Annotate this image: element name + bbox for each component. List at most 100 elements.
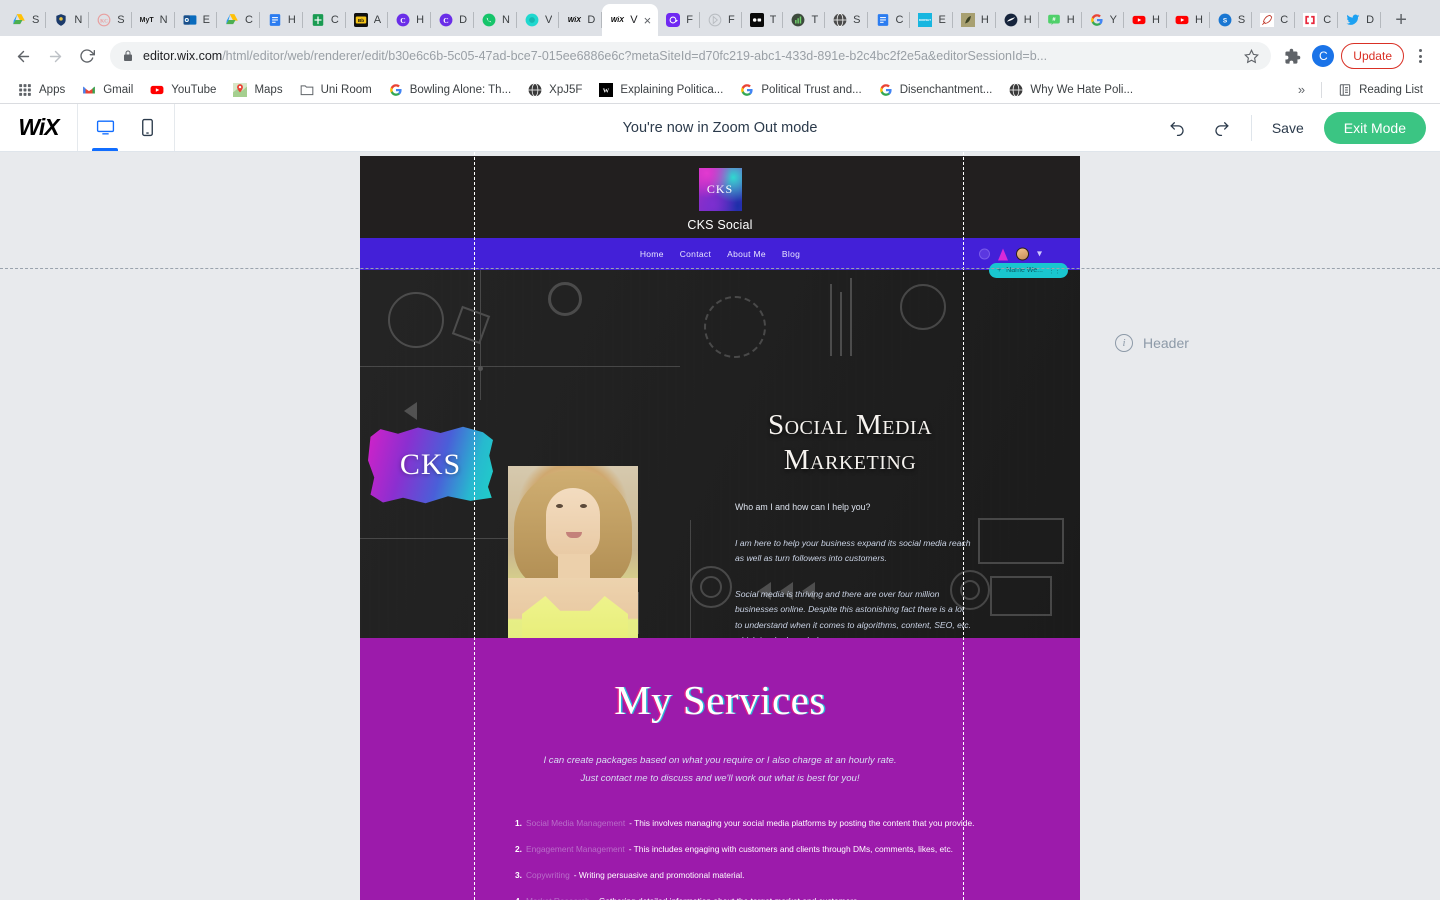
browser-tab[interactable]: KC S — [89, 4, 132, 36]
undo-icon[interactable] — [1163, 113, 1193, 143]
browser-tab[interactable]: Y — [1082, 4, 1125, 36]
url-domain: editor.wix.com — [143, 49, 223, 63]
browser-tab[interactable]: C — [868, 4, 911, 36]
redo-icon[interactable] — [1207, 113, 1237, 143]
browser-tab[interactable]: N — [474, 4, 517, 36]
site-nav-link[interactable]: Home — [640, 249, 664, 259]
chevron-down-icon[interactable]: ▾ — [1037, 249, 1042, 260]
browser-tab[interactable]: H — [996, 4, 1039, 36]
hero-title[interactable]: Social Media Marketing — [735, 408, 965, 479]
member-avatar[interactable] — [1015, 247, 1029, 261]
browser-tab[interactable]: SS — [1210, 4, 1253, 36]
bookmark-item[interactable]: Political Trust and... — [732, 79, 868, 101]
bookmark-item[interactable]: Bowling Alone: Th... — [381, 79, 518, 101]
browser-tab[interactable]: CH — [388, 4, 432, 36]
browser-tab[interactable]: MyT N — [132, 4, 175, 36]
tab-label: T — [769, 14, 777, 26]
browser-tab[interactable]: WiX D — [559, 4, 603, 36]
browser-tab[interactable]: C — [217, 4, 260, 36]
browser-tab[interactable]: H — [1124, 4, 1167, 36]
hero-section[interactable]: CKS Social Media Marketing Who am I and … — [360, 270, 1080, 638]
bookmark-star-icon[interactable] — [1244, 48, 1260, 64]
bookmark-item[interactable]: Gmail — [74, 79, 140, 101]
browser-tab[interactable]: CD — [431, 4, 475, 36]
google-icon — [1089, 12, 1105, 28]
bookmark-item[interactable]: W Explaining Politica... — [591, 79, 730, 101]
profile-avatar[interactable]: C — [1312, 45, 1335, 67]
site-canvas[interactable]: CKS CKS Social Home Contact About Me Blog ▾… — [360, 156, 1080, 900]
bookmark-item[interactable]: XpJ5F — [520, 79, 589, 101]
browser-tab[interactable]: F — [700, 4, 742, 36]
browser-tab[interactable]: DORSET E — [910, 4, 953, 36]
site-logo-image[interactable]: CKS — [698, 168, 742, 211]
browser-tab[interactable]: T — [742, 4, 784, 36]
browser-tab[interactable]: S — [4, 4, 47, 36]
browser-menu-icon[interactable] — [1408, 49, 1432, 63]
svg-text:KC: KC — [100, 18, 108, 24]
browser-tab[interactable]: C — [1295, 4, 1339, 36]
site-nav-link[interactable]: Contact — [680, 249, 711, 259]
browser-tab[interactable]: S — [825, 4, 868, 36]
browser-tab[interactable]: H — [953, 4, 996, 36]
browser-tab[interactable]: T — [783, 4, 825, 36]
hero-body-text[interactable]: Who am I and how can I help you? I am he… — [735, 500, 971, 638]
site-nav-bar[interactable]: Home Contact About Me Blog ▾ + Name We... ⋮… — [360, 238, 1080, 278]
browser-tab[interactable]: V — [517, 4, 560, 36]
bookmark-label: Political Trust and... — [761, 83, 862, 96]
reload-button[interactable] — [72, 41, 102, 71]
browser-tab[interactable]: C — [303, 4, 346, 36]
bookmarks-overflow-button[interactable]: » — [1290, 82, 1313, 97]
member-pill-label: Name We... — [1006, 267, 1043, 274]
browser-tab[interactable]: F — [658, 4, 700, 36]
exit-mode-button[interactable]: Exit Mode — [1323, 111, 1426, 144]
bookmark-item[interactable]: YouTube — [142, 79, 223, 101]
bookmarks-overflow-group: » Reading List — [1290, 79, 1430, 101]
hero-portrait-photo[interactable] — [508, 466, 638, 638]
settings-gear-icon[interactable] — [978, 248, 990, 260]
bookmark-item[interactable]: Disenchantment... — [871, 79, 1000, 101]
canva-icon: C — [395, 12, 411, 28]
services-section[interactable]: My Services I can create packages based … — [360, 638, 1080, 900]
bookmark-label: Why We Hate Poli... — [1030, 83, 1134, 96]
site-nav-link[interactable]: About Me — [727, 249, 766, 259]
site-nav-link[interactable]: Blog — [782, 249, 800, 259]
back-button[interactable] — [8, 41, 38, 71]
browser-tab[interactable]: H — [260, 4, 303, 36]
service-description: - Gathering detailed information about t… — [594, 896, 860, 900]
address-bar[interactable]: editor.wix.com/html/editor/web/renderer/… — [110, 42, 1272, 70]
browser-tab[interactable]: # H — [1039, 4, 1082, 36]
update-button[interactable]: Update — [1341, 43, 1404, 69]
site-logo-block[interactable]: CKS CKS Social — [683, 156, 757, 238]
close-tab-icon[interactable]: × — [644, 14, 652, 27]
service-list-item: 4. Market Research - Gathering detailed in… — [515, 896, 1080, 900]
browser-tab[interactable]: WiX V × — [602, 4, 659, 36]
browser-tab[interactable]: H — [1167, 4, 1210, 36]
browser-tab[interactable]: Bb A — [346, 4, 389, 36]
selected-section-tag[interactable]: i Header — [1115, 334, 1189, 352]
member-menu-pill[interactable]: + Name We... ⋮⋮ — [989, 263, 1068, 278]
service-number: 4. — [515, 896, 522, 900]
forward-button[interactable] — [40, 41, 70, 71]
browser-tab[interactable]: N — [46, 4, 90, 36]
site-header[interactable]: CKS CKS Social — [360, 156, 1080, 238]
wix-logo[interactable]: WiX — [0, 104, 78, 151]
drag-handle-icon[interactable]: ⋮⋮ — [1048, 267, 1061, 275]
bookmark-item[interactable]: Maps — [225, 79, 289, 101]
browser-tab[interactable]: D — [1338, 4, 1382, 36]
bookmark-label: Uni Room — [320, 83, 372, 96]
bookmark-item[interactable]: Why We Hate Poli... — [1001, 79, 1140, 101]
cks-brush-label: CKS — [399, 448, 462, 481]
browser-tab[interactable]: C — [1252, 4, 1296, 36]
mobile-view-button[interactable] — [134, 104, 160, 151]
desktop-view-button[interactable] — [92, 104, 118, 151]
bookmark-item[interactable]: Uni Room — [292, 79, 379, 101]
cks-brush-logo[interactable]: CKS — [368, 426, 493, 504]
reading-list-button[interactable]: Reading List — [1330, 79, 1430, 101]
extensions-puzzle-icon[interactable] — [1279, 43, 1305, 69]
tab-label: T — [811, 14, 819, 26]
myt-icon: MyT — [139, 16, 154, 24]
browser-tab[interactable]: E — [175, 4, 217, 36]
bookmark-item[interactable]: Apps — [10, 79, 72, 101]
save-button[interactable]: Save — [1266, 120, 1310, 136]
new-tab-button[interactable]: + — [1387, 6, 1415, 34]
